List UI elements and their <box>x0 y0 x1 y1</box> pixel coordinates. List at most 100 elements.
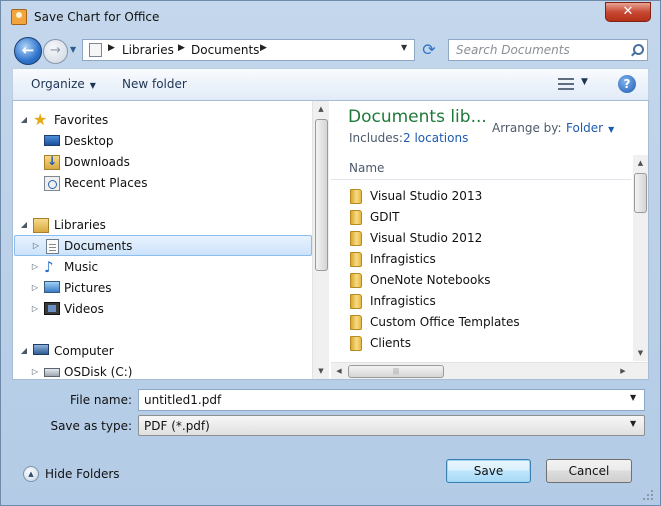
address-bar[interactable]: ▶ Libraries ▶ Documents ▶ ▼ <box>82 39 415 61</box>
file-label: GDIT <box>370 210 400 224</box>
nav-item-label: Downloads <box>64 155 130 169</box>
libraries-icon <box>33 218 49 233</box>
list-item[interactable]: Infragistics <box>347 291 631 312</box>
list-item[interactable]: Clients <box>347 333 631 354</box>
save-as-type-value: PDF (*.pdf) <box>144 419 210 433</box>
breadcrumb-separator-icon[interactable]: ▶ <box>260 43 267 53</box>
column-header[interactable]: Name <box>331 155 631 180</box>
list-item[interactable]: Visual Studio 2012 <box>347 228 631 249</box>
folder-icon <box>350 315 362 330</box>
nav-item-label: Recent Places <box>64 176 148 190</box>
view-list-icon[interactable] <box>558 77 574 91</box>
arrange-by-dropdown[interactable]: Folder ▼ <box>566 121 614 135</box>
nav-group-label: Favorites <box>54 113 109 127</box>
nav-item-desktop[interactable]: Desktop <box>14 131 312 152</box>
star-icon: ★ <box>33 110 48 129</box>
save-as-type-select[interactable]: PDF (*.pdf) ▼ <box>138 415 645 436</box>
chevron-down-icon[interactable]: ▼ <box>630 419 636 428</box>
library-icon <box>89 43 102 57</box>
nav-item-pictures[interactable]: ▷ Pictures <box>14 278 312 299</box>
locations-link[interactable]: 2 locations <box>403 131 468 145</box>
search-input[interactable]: Search Documents <box>448 39 648 61</box>
expand-icon[interactable]: ▷ <box>30 304 40 313</box>
organize-button[interactable]: Organize ▼ <box>31 77 96 91</box>
list-item[interactable]: Visual Studio 2013 <box>347 186 631 207</box>
scroll-right-icon[interactable]: ▶ <box>615 363 631 379</box>
scroll-thumb[interactable] <box>315 119 328 271</box>
close-button[interactable]: ✕ <box>605 2 651 22</box>
nav-item-label: Documents <box>64 239 133 253</box>
expand-icon[interactable]: ◢ <box>19 220 29 229</box>
folder-icon <box>350 189 362 204</box>
breadcrumb-libraries[interactable]: Libraries <box>122 43 174 57</box>
title-bar[interactable]: Save Chart for Office ✕ <box>1 1 660 33</box>
folder-icon <box>350 294 362 309</box>
folder-icon <box>350 336 362 351</box>
nav-item-documents[interactable]: ▷ Documents <box>14 235 312 256</box>
scroll-up-icon[interactable]: ▲ <box>633 155 648 171</box>
new-folder-button[interactable]: New folder <box>122 77 187 91</box>
search-placeholder: Search Documents <box>456 43 570 57</box>
back-button[interactable]: ← <box>14 37 42 65</box>
scroll-down-icon[interactable]: ▼ <box>313 363 329 379</box>
nav-item-videos[interactable]: ▷ Videos <box>14 299 312 320</box>
save-dialog-window: Save Chart for Office ✕ ← → ▼ ▶ Librarie… <box>0 0 661 506</box>
expand-icon[interactable]: ▷ <box>30 283 40 292</box>
pictures-icon <box>44 281 60 293</box>
list-item[interactable]: GDIT <box>347 207 631 228</box>
list-item[interactable]: Custom Office Templates <box>347 312 631 333</box>
nav-group-computer[interactable]: ◢ Computer <box>14 341 312 362</box>
expand-icon[interactable]: ◢ <box>19 115 29 124</box>
scroll-thumb[interactable]: ||| <box>348 365 444 378</box>
resize-grip-icon[interactable] <box>641 488 655 502</box>
organize-label: Organize <box>31 77 85 91</box>
list-item[interactable]: OneNote Notebooks <box>347 270 631 291</box>
nav-group-libraries[interactable]: ◢ Libraries <box>14 215 312 236</box>
expand-icon[interactable]: ◢ <box>19 346 29 355</box>
nav-item-downloads[interactable]: Downloads <box>14 152 312 173</box>
filename-value: untitled1.pdf <box>144 393 222 407</box>
help-icon[interactable]: ? <box>618 75 636 93</box>
view-dropdown-icon[interactable]: ▼ <box>581 77 588 87</box>
cancel-button[interactable]: Cancel <box>546 459 632 483</box>
file-list-horizontal-scrollbar[interactable]: ◀ ||| ▶ <box>331 362 648 379</box>
expand-icon[interactable]: ▷ <box>30 262 40 271</box>
computer-icon <box>33 344 49 355</box>
folder-icon <box>350 252 362 267</box>
history-dropdown-icon[interactable]: ▼ <box>70 44 80 56</box>
file-label: Visual Studio 2012 <box>370 231 483 245</box>
breadcrumb-separator-icon[interactable]: ▶ <box>108 43 115 53</box>
nav-pane-scrollbar[interactable]: ▲ ▼ <box>312 101 329 379</box>
filename-dropdown-icon[interactable]: ▼ <box>630 393 636 402</box>
scroll-up-icon[interactable]: ▲ <box>313 101 329 117</box>
nav-item-osdisk[interactable]: ▷ OSDisk (C:) <box>14 362 312 379</box>
scroll-down-icon[interactable]: ▼ <box>633 345 648 361</box>
refresh-icon[interactable]: ⟳ <box>417 39 441 61</box>
hide-folders-label: Hide Folders <box>45 467 120 481</box>
music-icon: ♪ <box>44 258 54 276</box>
documents-icon <box>46 239 59 254</box>
file-label: Custom Office Templates <box>370 315 520 329</box>
expand-icon[interactable]: ▷ <box>31 241 41 250</box>
nav-item-recent-places[interactable]: Recent Places <box>14 173 312 194</box>
library-title: Documents lib... <box>348 107 487 127</box>
scroll-thumb[interactable] <box>634 173 647 213</box>
scroll-left-icon[interactable]: ◀ <box>331 363 347 379</box>
breadcrumb-separator-icon[interactable]: ▶ <box>178 43 185 53</box>
filename-label: File name: <box>70 393 132 407</box>
address-dropdown-icon[interactable]: ▼ <box>401 43 407 52</box>
desktop-icon <box>44 135 60 146</box>
filename-field[interactable]: untitled1.pdf ▼ <box>138 389 645 411</box>
chevron-down-icon: ▼ <box>89 81 96 90</box>
nav-item-music[interactable]: ▷ ♪ Music <box>14 257 312 278</box>
expand-icon[interactable]: ▷ <box>30 367 40 376</box>
save-button[interactable]: Save <box>446 459 531 483</box>
list-item[interactable]: Infragistics <box>347 249 631 270</box>
nav-group-label: Libraries <box>54 218 106 232</box>
nav-group-favorites[interactable]: ◢ ★ Favorites <box>14 110 312 131</box>
search-icon[interactable] <box>629 43 644 57</box>
breadcrumb-documents[interactable]: Documents <box>191 43 259 57</box>
file-list-vertical-scrollbar[interactable]: ▲ ▼ <box>633 155 648 361</box>
downloads-icon <box>44 154 60 170</box>
forward-button[interactable]: → <box>43 39 68 64</box>
